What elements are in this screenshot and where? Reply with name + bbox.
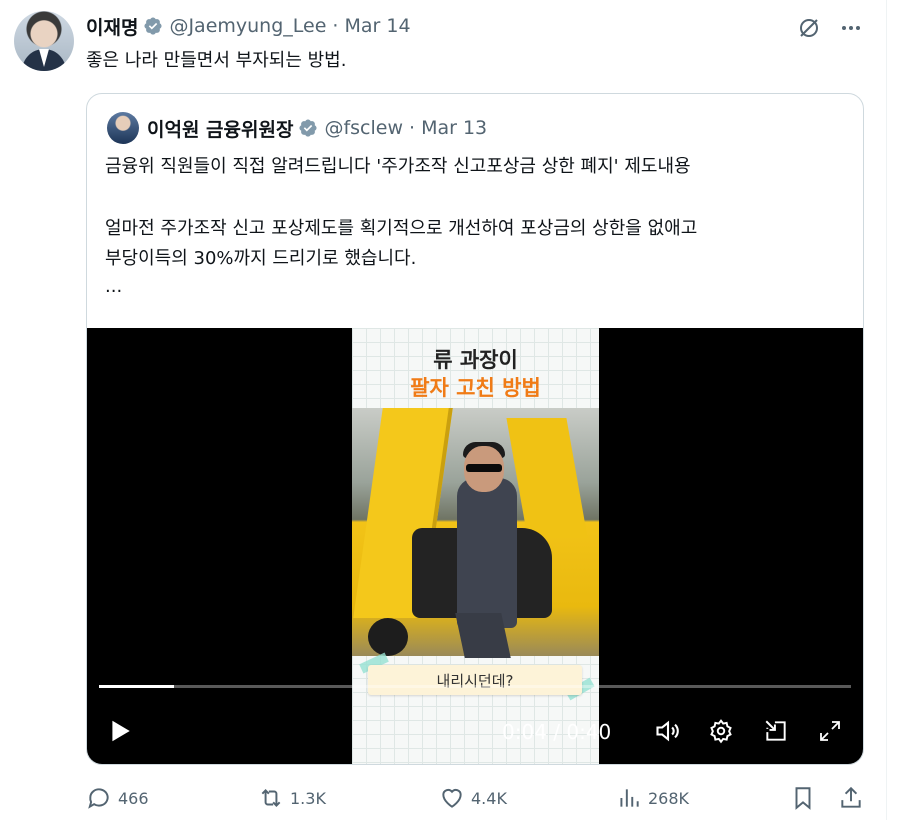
view-count: 268K <box>648 788 690 808</box>
quoted-text-line: 금융위 직원들이 직접 알려드립니다 '주가조작 신고포상금 상한 폐지' 제도… <box>105 156 691 177</box>
views-button[interactable]: 268K <box>616 783 689 813</box>
grok-icon[interactable] <box>795 14 823 42</box>
quoted-author-name[interactable]: 이억원 금융위원장 <box>147 115 293 142</box>
quoted-date[interactable]: Mar 13 <box>421 117 487 139</box>
share-button[interactable] <box>838 783 870 813</box>
man-body <box>457 478 517 628</box>
share-icon <box>841 786 861 808</box>
quoted-tweet[interactable]: 이억원 금융위원장 @fsclew · Mar 13 금융위 직원들이 직접 알… <box>86 93 864 765</box>
video-frame: 류 과장이 팔자 고친 방법 내리시던데? <box>352 328 599 764</box>
author-name[interactable]: 이재명 <box>86 13 138 40</box>
views-icon <box>620 789 639 807</box>
bookmark-icon <box>795 787 811 810</box>
pip-icon[interactable] <box>761 716 791 746</box>
heart-icon <box>442 788 462 808</box>
video-player[interactable]: 류 과장이 팔자 고친 방법 내리시던데? 0:04 / 0:40 <box>87 328 863 764</box>
more-icon[interactable] <box>837 14 865 42</box>
quoted-text-line: 부당이득의 30%까지 드리기로 했습니다. <box>105 248 417 269</box>
timeline-divider <box>886 0 887 820</box>
action-bar: 466 1.3K 4.4K 268K <box>86 783 866 813</box>
repost-button[interactable]: 1.3K <box>258 783 326 813</box>
reply-count: 466 <box>118 788 149 808</box>
tweet-header: 이재명 @Jaemyung_Lee · Mar 14 <box>86 12 411 40</box>
man-leg <box>455 613 511 658</box>
video-title-line1: 류 과장이 <box>433 348 518 372</box>
fullscreen-icon[interactable] <box>815 716 845 746</box>
separator: · <box>332 15 339 37</box>
video-photo <box>352 408 599 658</box>
like-count: 4.4K <box>471 788 507 808</box>
separator: · <box>409 117 416 139</box>
video-progress-bar[interactable] <box>99 685 851 688</box>
author-handle[interactable]: @Jaemyung_Lee <box>169 15 326 37</box>
quoted-text-line: 얼마전 주가조작 신고 포상제도를 획기적으로 개선하여 포상금의 상한을 없애… <box>105 218 698 239</box>
quoted-header: 이억원 금융위원장 @fsclew · Mar 13 <box>147 114 487 142</box>
settings-icon[interactable] <box>706 716 736 746</box>
quoted-text-line: ... <box>105 276 123 297</box>
bookmark-button[interactable] <box>790 783 822 813</box>
video-progress-fill <box>99 685 175 688</box>
reply-icon <box>88 788 109 809</box>
verified-badge-icon <box>143 16 163 36</box>
tweet-text: 좋은 나라 만들면서 부자되는 방법. <box>86 50 347 71</box>
quoted-avatar[interactable] <box>107 112 139 144</box>
sunglasses <box>466 464 502 472</box>
like-button[interactable]: 4.4K <box>439 783 507 813</box>
video-title-line2: 팔자 고친 방법 <box>410 376 541 400</box>
video-time: 0:04 / 0:40 <box>502 720 612 744</box>
verified-badge-icon <box>298 118 318 138</box>
quoted-handle[interactable]: @fsclew <box>324 117 403 139</box>
car-wheel <box>368 618 408 656</box>
repost-count: 1.3K <box>290 788 326 808</box>
volume-icon[interactable] <box>653 716 683 746</box>
avatar[interactable] <box>14 11 74 71</box>
car-door <box>506 418 588 538</box>
video-subtitle: 내리시던데? <box>368 665 582 695</box>
repost-icon <box>261 789 281 807</box>
play-icon[interactable] <box>107 718 133 744</box>
reply-button[interactable]: 466 <box>86 783 149 813</box>
tweet-date[interactable]: Mar 14 <box>344 15 410 37</box>
